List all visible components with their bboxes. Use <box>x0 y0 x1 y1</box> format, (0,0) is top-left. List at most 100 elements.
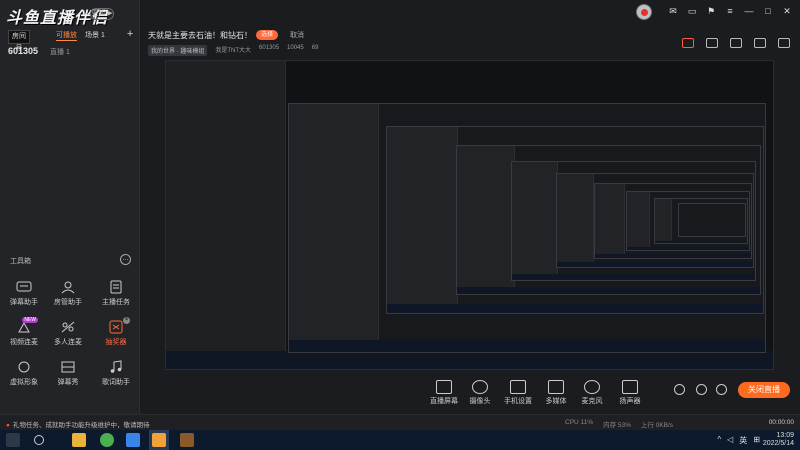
new-tag: NEW <box>22 317 38 323</box>
tool-room-manager[interactable]: 房管助手 <box>48 280 88 307</box>
status-message: ● 礼物任务、成就助手功能升级维护中，敬请期待 <box>6 419 149 429</box>
user-avatar[interactable] <box>636 4 652 20</box>
settings-icon[interactable] <box>716 384 727 395</box>
select-button[interactable]: 选择 <box>256 30 278 40</box>
message-icon[interactable]: ▭ <box>687 6 697 16</box>
status-bar: ● 礼物任务、成就助手功能升级维护中，敬请期待 CPU 11% 内存 53% 上行… <box>0 414 800 430</box>
control-label: 直播屏幕 <box>430 398 458 405</box>
chevron-up-icon[interactable]: ^ <box>717 435 721 446</box>
window-controls: ✉ ▭ ⚑ ≡ — □ ✕ <box>668 6 792 16</box>
volume-icon[interactable]: ◁ <box>727 435 733 446</box>
control-camera[interactable]: 摄像头 <box>460 380 500 406</box>
left-panel: 斗鱼直播伴侣 更新 ▶ 房间号 可播放 场景 1 + 601305 直播 1 工… <box>0 0 140 430</box>
input-language[interactable]: 英 <box>739 435 747 446</box>
lock-icon[interactable] <box>706 38 718 48</box>
control-label: 手机设置 <box>504 398 532 405</box>
more-tools-icon[interactable]: … <box>120 254 131 265</box>
tool-label: 抽奖器 <box>105 339 127 346</box>
control-microphone[interactable]: 麦克风 <box>572 380 612 406</box>
scene-tabs: 可播放 场景 1 + <box>56 29 133 41</box>
tab-scene-1[interactable]: 场景 1 <box>85 30 105 41</box>
control-media[interactable]: 多媒体 <box>536 380 576 406</box>
speaker-icon <box>622 380 638 394</box>
file-explorer-icon[interactable] <box>72 433 86 447</box>
tool-video-link[interactable]: NEW 视频连麦 <box>4 317 44 347</box>
status-metrics: CPU 11% 内存 53% 上行 0KB/s <box>565 419 673 429</box>
toolbar-icons <box>682 38 790 48</box>
room-number: 601305 <box>8 46 39 56</box>
tool-multi-link[interactable]: 多人连麦 <box>48 320 88 347</box>
minecraft-icon[interactable] <box>180 433 194 447</box>
avatar-icon <box>16 360 32 374</box>
add-scene-icon[interactable]: + <box>127 29 133 41</box>
tool-danmaku[interactable]: 弹幕助手 <box>4 280 44 307</box>
stream-preview[interactable] <box>165 60 774 370</box>
store-icon[interactable] <box>730 38 742 48</box>
tools-title: 工具箱 <box>10 258 31 265</box>
control-label: 摄像头 <box>469 398 491 405</box>
control-screen[interactable]: 直播屏幕 <box>424 380 464 406</box>
stream-meta: 我的世界 · 趣味模组 我是TNT大大 601305 10045 69 <box>148 45 318 56</box>
tool-label: 主播任务 <box>102 299 130 306</box>
clock-date: 2022/5/14 <box>762 440 794 447</box>
browser-icon[interactable] <box>100 433 114 447</box>
category-chip[interactable]: 我的世界 · 趣味模组 <box>148 45 208 56</box>
control-label: 多媒体 <box>545 398 567 405</box>
viewers-count: 10045 <box>287 45 304 51</box>
room-badge: 房间号 <box>8 30 30 52</box>
search-icon[interactable] <box>34 435 44 445</box>
app-icon-blue[interactable] <box>126 433 140 447</box>
screen-icon <box>436 380 452 394</box>
task-icon <box>108 280 124 294</box>
clock-time: 13:09 <box>776 432 794 439</box>
cpu-usage: CPU 11% <box>565 419 594 426</box>
control-label: 麦克风 <box>581 398 603 405</box>
notice-icon: ● <box>6 422 10 429</box>
tool-label: 弹幕秀 <box>57 379 79 386</box>
lyrics-icon <box>108 360 124 374</box>
camera-icon <box>472 380 488 394</box>
tool-lyrics[interactable]: 歌词助手 <box>96 360 136 387</box>
control-phone[interactable]: 手机设置 <box>498 380 538 406</box>
tool-danmaku-show[interactable]: 弹幕秀 <box>48 360 88 387</box>
record-icon[interactable] <box>674 384 685 395</box>
tool-label: 虚拟形象 <box>10 379 38 386</box>
room-sub: 直播 1 <box>50 49 70 56</box>
tool-label: 多人连麦 <box>54 339 82 346</box>
mail-icon[interactable]: ✉ <box>668 6 678 16</box>
eye-icon[interactable] <box>696 384 707 395</box>
menu-icon[interactable]: ≡ <box>725 6 735 16</box>
danmaku-show-icon <box>60 360 76 374</box>
tool-task[interactable]: 主播任务 <box>96 280 136 307</box>
preview-taskbar <box>166 351 773 369</box>
maximize-icon[interactable]: □ <box>763 6 773 16</box>
update-badge[interactable]: 更新 ▶ <box>90 8 114 20</box>
cancel-link[interactable]: 取消 <box>290 30 304 40</box>
close-icon[interactable]: × <box>123 317 130 324</box>
tool-avatar[interactable]: 虚拟形象 <box>4 360 44 387</box>
memory-usage: 内存 53% <box>603 422 631 429</box>
live-duration: 00:00:00 <box>768 419 794 426</box>
windows-start-icon[interactable] <box>6 433 20 447</box>
shirt-icon[interactable]: ⚑ <box>706 6 716 16</box>
ime-icon[interactable]: ⊞ <box>753 435 760 446</box>
tool-label: 房管助手 <box>54 299 82 306</box>
control-speaker[interactable]: 扬声器 <box>610 380 650 406</box>
douyu-app-icon[interactable] <box>152 433 166 447</box>
taskbar-clock[interactable]: 13:09 2022/5/14 <box>763 432 794 448</box>
status-text: 礼物任务、成就助手功能升级维护中，敬请期待 <box>12 422 150 429</box>
streamer-name: 我是TNT大大 <box>215 48 252 54</box>
share-icon[interactable] <box>778 38 790 48</box>
bell-icon[interactable] <box>754 38 766 48</box>
fans-count: 69 <box>311 45 319 51</box>
phone-icon <box>510 380 526 394</box>
tool-lottery[interactable]: × 抽奖器 <box>96 317 136 347</box>
toggle-live-button[interactable]: 关闭直播 <box>738 382 790 398</box>
minimize-icon[interactable]: — <box>744 6 754 16</box>
tab-playable[interactable]: 可播放 <box>56 30 77 41</box>
close-window-icon[interactable]: ✕ <box>782 6 792 16</box>
gift-icon[interactable] <box>682 38 694 48</box>
media-icon <box>548 380 564 394</box>
stream-title[interactable]: 天就是主要去石油！和钻石！ <box>148 30 252 41</box>
system-tray: ^ ◁ 英 ⊞ <box>717 435 760 446</box>
